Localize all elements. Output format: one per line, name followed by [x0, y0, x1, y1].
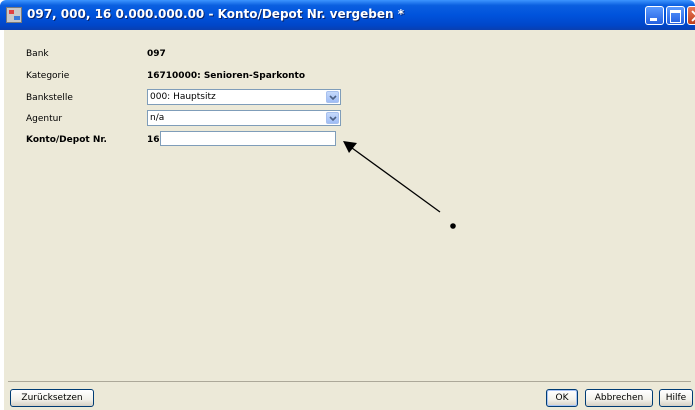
kategorie-label: Kategorie: [26, 71, 70, 81]
konto-nr-input[interactable]: [160, 131, 336, 146]
bank-label: Bank: [26, 49, 49, 59]
bankstelle-label: Bankstelle: [26, 93, 73, 103]
footer-separator: [8, 381, 691, 382]
maximize-icon[interactable]: [666, 6, 685, 25]
chevron-down-icon[interactable]: [326, 91, 339, 103]
bank-value: 097: [147, 49, 166, 59]
close-icon[interactable]: [687, 6, 695, 25]
reset-button[interactable]: Zurücksetzen: [10, 389, 94, 407]
konto-prefix: 16: [147, 135, 160, 145]
ok-button[interactable]: OK: [546, 389, 578, 407]
agentur-select[interactable]: n/a: [147, 110, 341, 126]
dialog-body: Bank 097 Kategorie 16710000: Senioren-Sp…: [4, 30, 695, 410]
bankstelle-select[interactable]: 000: Hauptsitz: [147, 89, 341, 105]
agentur-selected-value: n/a: [150, 113, 165, 123]
app-icon: [6, 7, 22, 23]
dialog-window: 097, 000, 16 0.000.000.00 - Konto/Depot …: [0, 0, 695, 410]
bankstelle-selected-value: 000: Hauptsitz: [150, 92, 216, 102]
minimize-icon[interactable]: [645, 6, 664, 25]
window-title: 097, 000, 16 0.000.000.00 - Konto/Depot …: [27, 7, 405, 21]
kategorie-value: 16710000: Senioren-Sparkonto: [147, 71, 306, 81]
title-bar[interactable]: 097, 000, 16 0.000.000.00 - Konto/Depot …: [0, 0, 695, 30]
chevron-down-icon[interactable]: [326, 112, 339, 124]
agentur-label: Agentur: [26, 114, 63, 124]
konto-label: Konto/Depot Nr.: [26, 135, 107, 145]
cancel-button[interactable]: Abbrechen: [585, 389, 653, 407]
help-button[interactable]: Hilfe: [659, 389, 693, 407]
